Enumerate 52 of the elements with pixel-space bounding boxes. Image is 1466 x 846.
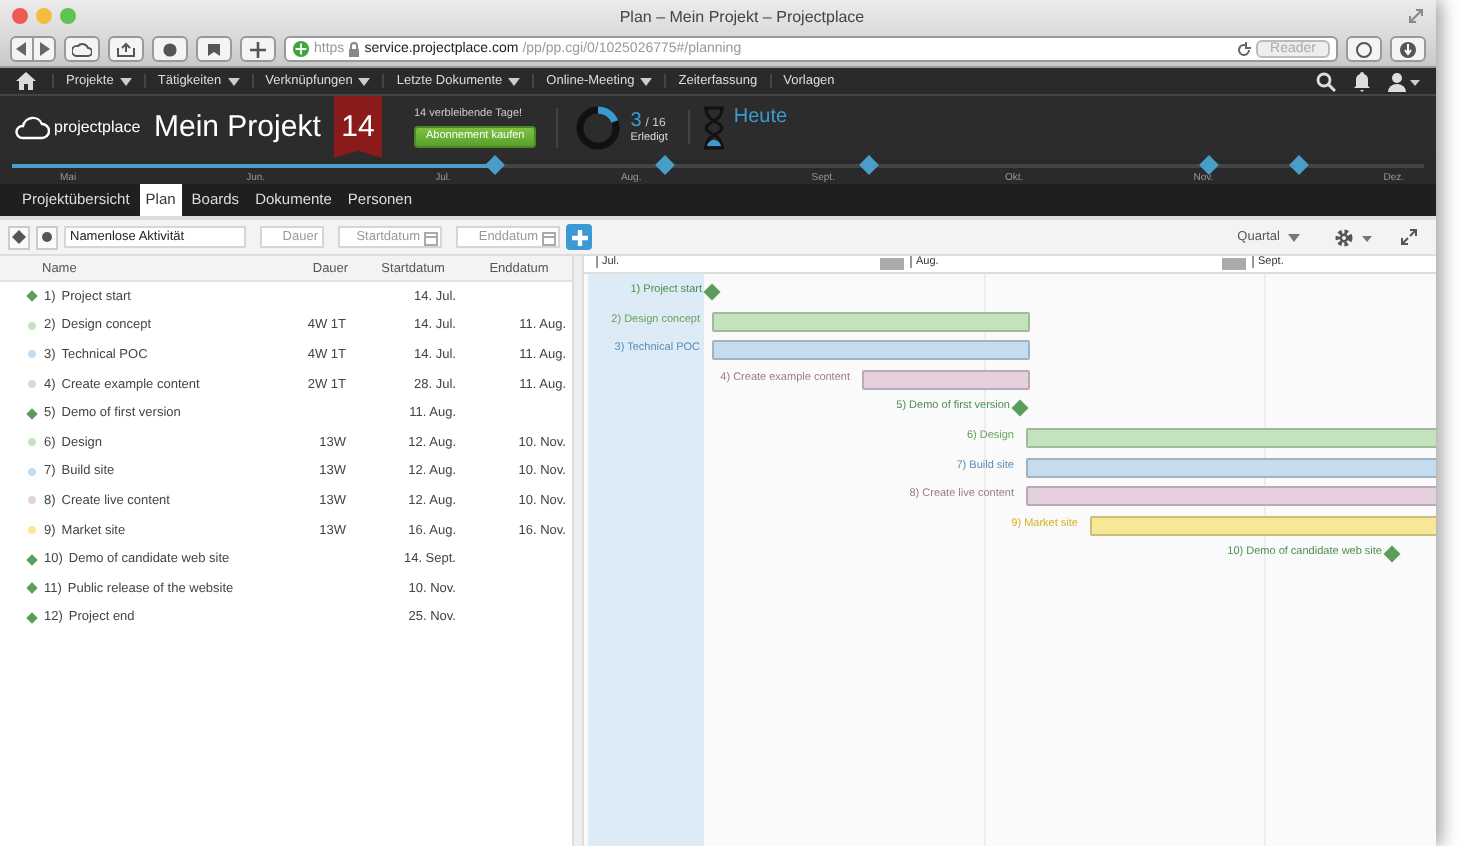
diamond-icon [12,230,26,244]
user-menu-icon[interactable] [1388,71,1420,91]
expand-icon[interactable] [1400,228,1418,246]
milestone-button[interactable] [8,225,30,249]
fullscreen-icon[interactable] [1408,8,1424,24]
caret-icon [1288,233,1300,241]
settings-button[interactable] [1334,227,1374,247]
days-left-badge: 14 [334,96,382,158]
history-button[interactable] [1346,36,1382,62]
bookmark-button[interactable] [196,36,232,62]
lock-icon [348,41,361,57]
logo-text: projectplace [54,118,141,136]
window-title: Plan – Mein Projekt – Projectplace [617,7,867,25]
search-icon[interactable] [1316,71,1336,91]
task-button[interactable] [36,225,58,249]
caret-icon [227,77,240,85]
home-icon[interactable] [16,72,36,90]
downloads-button[interactable] [1390,36,1426,62]
circle-button[interactable] [152,36,188,62]
caret-icon [119,77,132,85]
week-marker [880,258,904,270]
dot-icon [42,232,52,242]
forward-icon [38,42,50,56]
back-button[interactable] [10,36,34,62]
cloud-button[interactable] [64,36,100,62]
plus-icon [248,39,268,59]
circle-icon [160,41,180,57]
cloud-logo-icon [14,115,50,139]
bookmark-icon [204,41,224,57]
globe-icon [292,40,310,58]
reload-icon[interactable] [1236,41,1253,57]
download-icon [1398,39,1418,59]
circle-icon [1354,39,1374,59]
today-link[interactable]: Heute [733,106,788,128]
back-icon [16,42,28,56]
hourglass-icon [701,105,726,149]
splitter-handle[interactable] [572,256,584,846]
bell-icon[interactable] [1354,71,1370,91]
done-count: 3 [630,110,642,132]
plus-icon [569,227,589,247]
cloud-icon [72,41,92,57]
share-button[interactable] [108,36,144,62]
caret-icon [640,77,653,85]
progress-ring [574,103,623,151]
forward-button[interactable] [34,36,56,62]
caret-icon [508,77,521,85]
caret-icon [358,77,371,85]
add-button[interactable] [566,224,592,250]
new-tab-button[interactable] [240,36,276,62]
week-marker [1222,258,1246,270]
share-icon [116,41,136,57]
project-title: Mein Projekt [154,110,323,144]
